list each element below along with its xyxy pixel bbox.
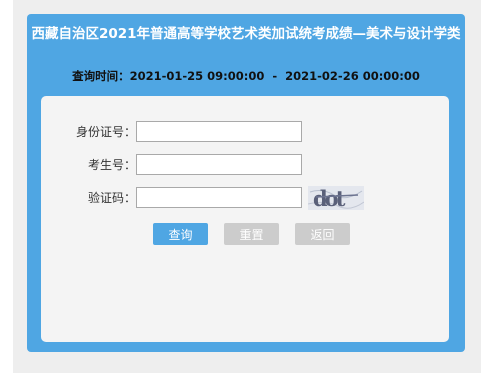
query-time-label: 查询时间：	[72, 69, 130, 83]
id-number-input[interactable]	[136, 121, 302, 142]
query-button[interactable]: 查询	[153, 223, 208, 245]
id-number-label: 身份证号：	[75, 125, 136, 139]
captcha-graphic: dot	[307, 186, 365, 211]
query-time-start: 2021-01-25 09:00:00	[129, 69, 265, 83]
captcha-text: dot	[313, 186, 346, 210]
back-button[interactable]: 返回	[295, 223, 350, 245]
captcha-label: 验证码：	[87, 191, 136, 205]
exam-number-input[interactable]	[136, 154, 302, 175]
query-time: 查询时间：2021-01-25 09:00:00-2021-02-26 00:0…	[27, 68, 465, 84]
exam-number-label: 考生号：	[87, 158, 136, 172]
captcha-input[interactable]	[136, 187, 302, 208]
captcha-row: 验证码：	[41, 187, 449, 209]
page-title: 西藏自治区2021年普通高等学校艺术类加试统考成绩—美术与设计学类	[31, 26, 461, 42]
form-card: 身份证号： 考生号： 验证码： dot 查询 重置 返回	[41, 96, 449, 342]
exam-number-row: 考生号：	[41, 154, 449, 176]
query-time-separator: -	[272, 69, 278, 83]
query-time-end: 2021-02-26 00:00:00	[285, 69, 420, 83]
captcha-image[interactable]: dot	[307, 186, 365, 211]
reset-button[interactable]: 重置	[224, 223, 279, 245]
id-number-row: 身份证号：	[41, 121, 449, 143]
query-panel: 西藏自治区2021年普通高等学校艺术类加试统考成绩—美术与设计学类 查询时间：2…	[27, 14, 465, 352]
